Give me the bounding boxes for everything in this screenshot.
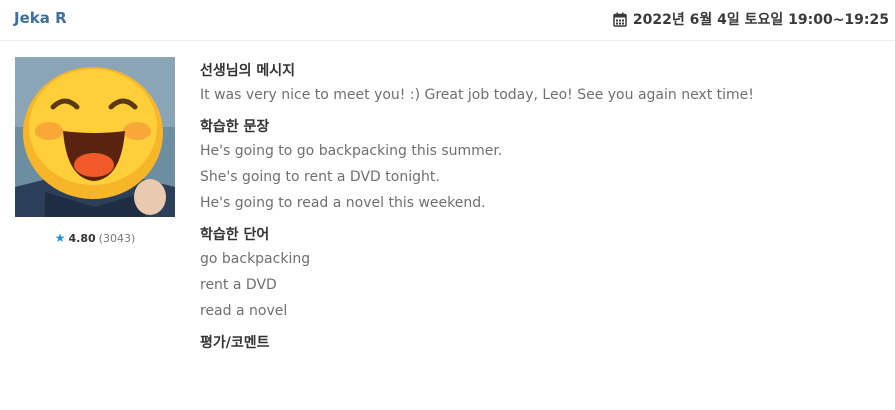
datetime-text: 2022년 6월 4일 토요일 19:00~19:25 — [632, 12, 889, 28]
teacher-rating: ★ 4.80 (3043) — [15, 231, 175, 245]
teacher-name-link[interactable]: Jeka R — [14, 9, 67, 27]
sentence-item: She's going to rent a DVD tonight. — [200, 169, 440, 185]
calendar-icon — [613, 12, 627, 27]
sentence-item: He's going to read a novel this weekend. — [200, 195, 486, 211]
comment-title: 평가/코멘트 — [200, 335, 270, 351]
lesson-datetime: 2022년 6월 4일 토요일 19:00~19:25 — [613, 9, 889, 29]
teacher-avatar[interactable] — [15, 57, 175, 217]
sentences-title: 학습한 문장 — [200, 119, 270, 135]
word-item: go backpacking — [200, 251, 311, 267]
rating-count: (3043) — [98, 232, 136, 245]
lesson-report: 선생님의 메시지 It was very nice to meet you! :… — [200, 60, 890, 354]
word-item: rent a DVD — [200, 277, 277, 293]
lesson-header: Jeka R 2022년 6월 4일 토요일 19:00~19:25 — [0, 0, 895, 41]
sentence-item: He's going to go backpacking this summer… — [200, 143, 503, 159]
word-item: read a novel — [200, 303, 288, 319]
star-icon: ★ — [54, 231, 66, 245]
words-title: 학습한 단어 — [200, 227, 270, 243]
avatar-image — [15, 57, 175, 217]
message-text: It was very nice to meet you! :) Great j… — [200, 87, 754, 103]
rating-score: 4.80 — [68, 232, 96, 245]
message-title: 선생님의 메시지 — [200, 63, 296, 79]
